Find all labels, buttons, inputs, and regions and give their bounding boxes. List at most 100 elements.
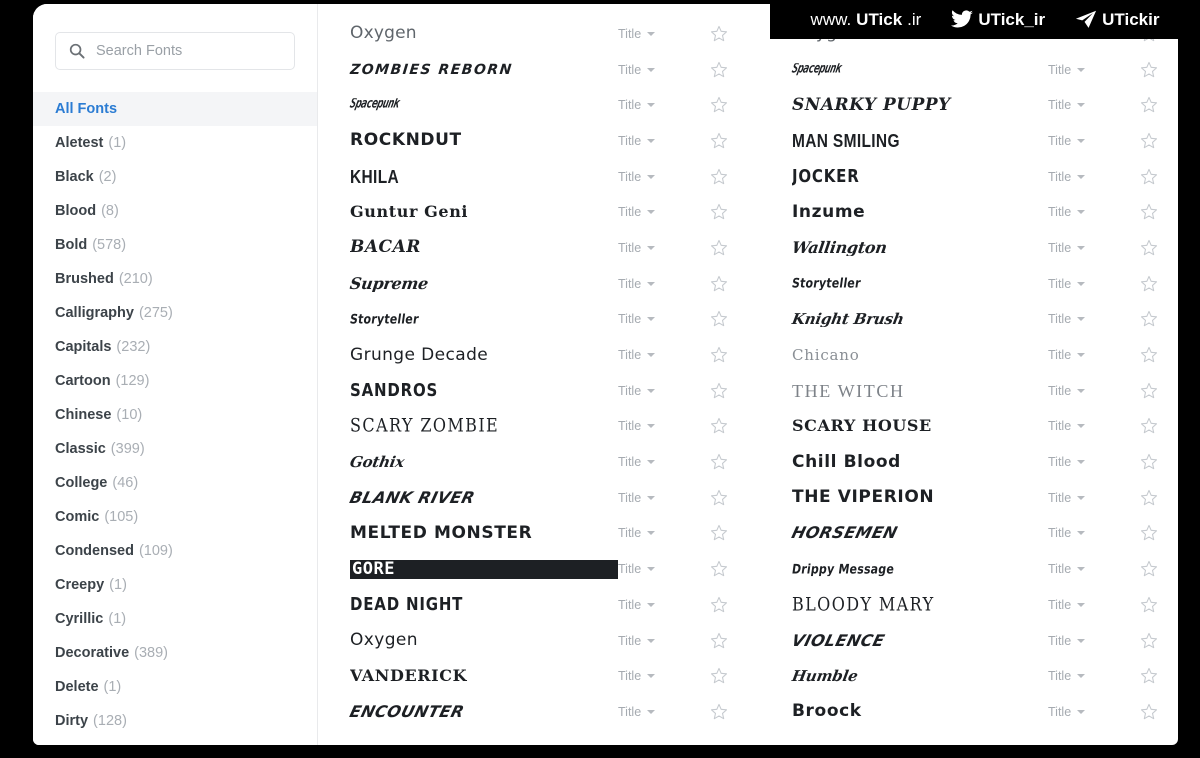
star-outline-icon[interactable] bbox=[1138, 596, 1160, 614]
preview-mode-dropdown[interactable]: Title bbox=[1048, 63, 1110, 77]
preview-mode-dropdown[interactable]: Title bbox=[618, 455, 680, 469]
font-sample-name[interactable]: BLANK RIVER bbox=[348, 490, 620, 506]
font-row[interactable]: ENCOUNTER Title bbox=[348, 694, 748, 730]
preview-mode-dropdown[interactable]: Title bbox=[1048, 384, 1110, 398]
star-outline-icon[interactable] bbox=[1138, 382, 1160, 400]
sidebar-item-creepy[interactable]: Creepy (1) bbox=[33, 568, 317, 602]
font-sample-name[interactable]: ENCOUNTER bbox=[348, 704, 620, 720]
font-sample-name[interactable]: MAN SMILING bbox=[792, 132, 1012, 150]
font-row[interactable]: OxygenTitle bbox=[350, 16, 748, 52]
star-outline-icon[interactable] bbox=[708, 453, 730, 471]
preview-mode-dropdown[interactable]: Title bbox=[618, 562, 680, 576]
star-outline-icon[interactable] bbox=[708, 703, 730, 721]
font-sample-name[interactable]: VANDERICK bbox=[350, 668, 618, 684]
font-row[interactable]: Spacepunk Title bbox=[791, 52, 1178, 88]
font-row[interactable]: OxygenTitle bbox=[350, 623, 748, 659]
font-row[interactable]: GORE Title bbox=[350, 551, 748, 587]
star-outline-icon[interactable] bbox=[708, 596, 730, 614]
star-outline-icon[interactable] bbox=[1138, 489, 1160, 507]
star-outline-icon[interactable] bbox=[708, 61, 730, 79]
font-row[interactable]: SANDROS Title bbox=[350, 373, 748, 409]
font-row[interactable]: Spacepunk Title bbox=[349, 87, 748, 123]
star-outline-icon[interactable] bbox=[708, 132, 730, 150]
font-row[interactable]: Knight Brush Title bbox=[791, 302, 1178, 338]
sidebar-item-college[interactable]: College (46) bbox=[33, 466, 317, 500]
preview-mode-dropdown[interactable]: Title bbox=[1048, 419, 1110, 433]
font-row[interactable]: Chill Blood Title bbox=[792, 444, 1178, 480]
preview-mode-dropdown[interactable]: Title bbox=[618, 526, 680, 540]
preview-mode-dropdown[interactable]: Title bbox=[1048, 705, 1110, 719]
font-sample-name[interactable]: THE WITCH bbox=[792, 382, 1048, 400]
star-outline-icon[interactable] bbox=[708, 489, 730, 507]
font-row[interactable]: BACAR Title bbox=[350, 230, 748, 266]
star-outline-icon[interactable] bbox=[708, 346, 730, 364]
preview-mode-dropdown[interactable]: Title bbox=[1048, 170, 1110, 184]
font-sample-name[interactable]: VIOLENCE bbox=[790, 633, 1050, 649]
preview-mode-dropdown[interactable]: Title bbox=[618, 312, 680, 326]
preview-mode-dropdown[interactable]: Title bbox=[618, 27, 680, 41]
star-outline-icon[interactable] bbox=[1138, 168, 1160, 186]
star-outline-icon[interactable] bbox=[708, 417, 730, 435]
search-input[interactable] bbox=[96, 43, 284, 59]
font-row[interactable]: Guntur Geni Title bbox=[350, 194, 748, 230]
preview-mode-dropdown[interactable]: Title bbox=[1048, 562, 1110, 576]
star-outline-icon[interactable] bbox=[1138, 560, 1160, 578]
sidebar-item-cartoon[interactable]: Cartoon (129) bbox=[33, 364, 317, 398]
preview-mode-dropdown[interactable]: Title bbox=[1048, 526, 1110, 540]
preview-mode-dropdown[interactable]: Title bbox=[618, 98, 680, 112]
star-outline-icon[interactable] bbox=[708, 25, 730, 43]
sidebar-item-capitals[interactable]: Capitals (232) bbox=[33, 330, 317, 364]
font-row[interactable]: Drippy Message Title bbox=[791, 551, 1178, 587]
font-sample-name[interactable]: Drippy Message bbox=[791, 563, 1049, 576]
star-outline-icon[interactable] bbox=[708, 524, 730, 542]
star-outline-icon[interactable] bbox=[1138, 275, 1160, 293]
font-sample-name[interactable]: Gothix bbox=[349, 455, 620, 470]
preview-mode-dropdown[interactable]: Title bbox=[618, 134, 680, 148]
preview-mode-dropdown[interactable]: Title bbox=[618, 705, 680, 719]
font-row[interactable]: ROCKNDUT Title bbox=[350, 123, 748, 159]
font-row[interactable]: SNARKY PUPPY Title bbox=[792, 87, 1178, 123]
sidebar-item-comic[interactable]: Comic (105) bbox=[33, 500, 317, 534]
star-outline-icon[interactable] bbox=[1138, 453, 1160, 471]
sidebar-item-black[interactable]: Black (2) bbox=[33, 160, 317, 194]
font-sample-name[interactable]: BACAR bbox=[350, 239, 618, 256]
preview-mode-dropdown[interactable]: Title bbox=[1048, 348, 1110, 362]
sidebar-item-chinese[interactable]: Chinese (10) bbox=[33, 398, 317, 432]
font-row[interactable]: VANDERICK Title bbox=[350, 658, 748, 694]
star-outline-icon[interactable] bbox=[708, 168, 730, 186]
font-sample-name[interactable]: Spacepunk bbox=[791, 63, 1050, 77]
star-outline-icon[interactable] bbox=[708, 560, 730, 578]
font-row[interactable]: MAN SMILING Title bbox=[792, 123, 1178, 159]
font-row[interactable]: THE WITCH Title bbox=[792, 373, 1178, 409]
font-row[interactable]: JOCKER Title bbox=[792, 159, 1178, 195]
star-outline-icon[interactable] bbox=[1138, 667, 1160, 685]
font-sample-name[interactable]: Humble bbox=[791, 669, 1050, 684]
preview-mode-dropdown[interactable]: Title bbox=[618, 669, 680, 683]
font-row[interactable]: Chicano Title bbox=[792, 337, 1178, 373]
font-sample-name[interactable]: ZOMBIES REBORN bbox=[349, 63, 618, 77]
font-sample-name[interactable]: THE VIPERION bbox=[792, 489, 1048, 506]
sidebar-item-delete[interactable]: Delete (1) bbox=[33, 670, 317, 704]
font-row[interactable]: BLANK RIVER Title bbox=[348, 480, 748, 516]
sidebar-item-classic[interactable]: Classic (399) bbox=[33, 432, 317, 466]
font-row[interactable]: THE VIPERION Title bbox=[792, 480, 1178, 516]
preview-mode-dropdown[interactable]: Title bbox=[1048, 98, 1110, 112]
font-sample-name[interactable]: SNARKY PUPPY bbox=[792, 97, 1048, 114]
sidebar-item-cyrillic[interactable]: Cyrillic (1) bbox=[33, 602, 317, 636]
sidebar-item-bold[interactable]: Bold (578) bbox=[33, 228, 317, 262]
font-row[interactable]: KHILA Title bbox=[350, 159, 748, 195]
font-sample-name[interactable]: Knight Brush bbox=[791, 312, 1050, 327]
font-row[interactable]: SCARY HOUSE Title bbox=[792, 409, 1178, 445]
search-box[interactable] bbox=[55, 32, 295, 70]
font-sample-name[interactable]: Oxygen bbox=[350, 632, 618, 649]
sidebar-item-dirty[interactable]: Dirty (128) bbox=[33, 704, 317, 738]
star-outline-icon[interactable] bbox=[1138, 61, 1160, 79]
preview-mode-dropdown[interactable]: Title bbox=[1048, 312, 1110, 326]
font-sample-name[interactable]: Storyteller bbox=[791, 277, 1049, 290]
preview-mode-dropdown[interactable]: Title bbox=[618, 491, 680, 505]
font-sample-name[interactable]: GORE bbox=[350, 559, 618, 579]
preview-mode-dropdown[interactable]: Title bbox=[618, 598, 680, 612]
preview-mode-dropdown[interactable]: Title bbox=[1048, 634, 1110, 648]
preview-mode-dropdown[interactable]: Title bbox=[618, 384, 680, 398]
font-sample-name[interactable]: Chill Blood bbox=[792, 454, 1048, 471]
